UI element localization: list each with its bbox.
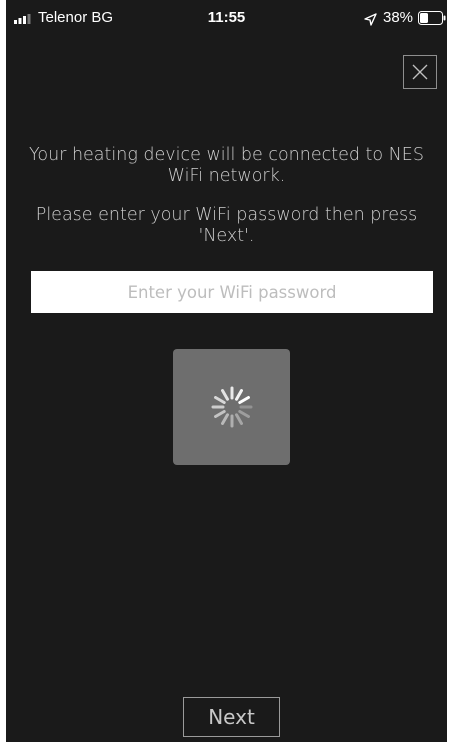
connection-message: Your heating device will be connected to… <box>29 145 424 186</box>
loading-spinner-icon <box>211 386 252 428</box>
close-button[interactable] <box>403 55 437 89</box>
password-instruction: Please enter your WiFi password then pre… <box>35 205 418 246</box>
location-arrow-icon <box>364 13 377 26</box>
wifi-setup-screen: Telenor BG 11:55 38% Your heating device… <box>6 0 447 742</box>
wifi-password-input[interactable] <box>31 271 433 313</box>
next-button[interactable]: Next <box>183 697 280 737</box>
close-icon <box>412 64 428 80</box>
loading-overlay <box>173 349 290 465</box>
battery-icon <box>418 11 446 25</box>
battery-percentage: 38% <box>383 9 414 26</box>
status-time: 11:55 <box>207 9 246 26</box>
status-bar: Telenor BG 11:55 38% <box>6 0 447 36</box>
